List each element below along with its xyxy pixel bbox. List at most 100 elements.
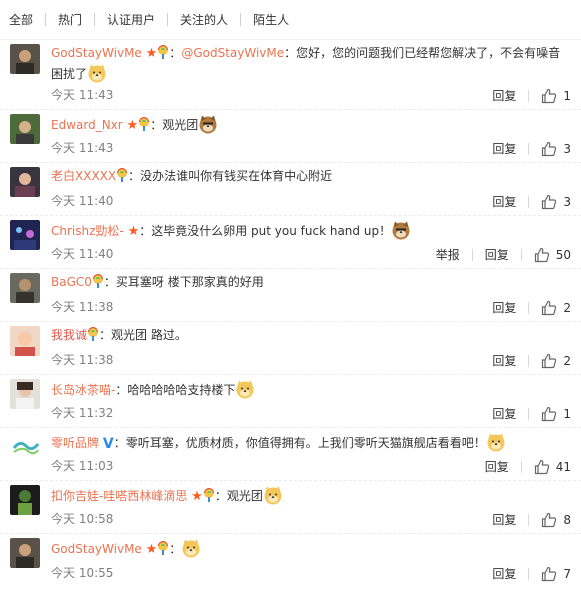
- tab-strangers[interactable]: 陌生人: [247, 11, 295, 28]
- tab-hot[interactable]: 热门: [52, 11, 88, 28]
- avatar[interactable]: [10, 167, 40, 197]
- avatar[interactable]: [10, 485, 40, 515]
- doge-emoji-icon: [263, 485, 283, 505]
- divider: [528, 407, 530, 420]
- avatar[interactable]: [10, 114, 40, 144]
- avatar[interactable]: [10, 273, 40, 303]
- like-count: 1: [563, 406, 571, 421]
- comment-content: ：观光团: [214, 489, 263, 503]
- comment-time: 今天 11:38: [51, 353, 114, 367]
- avatar[interactable]: [10, 44, 40, 74]
- comment-actions: 回复 2: [492, 352, 571, 369]
- reply-button[interactable]: 回复: [492, 299, 516, 316]
- like-button[interactable]: 1: [541, 406, 571, 422]
- tab-all[interactable]: 全部: [9, 11, 39, 28]
- comment-content: ：哈哈哈哈哈支持楼下: [115, 383, 236, 397]
- comment-time: 今天 11:40: [51, 247, 114, 261]
- thumbs-up-icon: [534, 459, 550, 475]
- comment-content: ：没办法谁叫你有钱买在体育中心附近: [128, 169, 333, 183]
- comment-username[interactable]: Edward_Nxr: [51, 118, 123, 132]
- star-icon: ★: [127, 224, 140, 239]
- comment-username[interactable]: BaGC0: [51, 275, 92, 289]
- reply-button[interactable]: 回复: [492, 193, 516, 210]
- comment-username[interactable]: GodStayWivMe: [51, 542, 142, 556]
- like-button[interactable]: 3: [541, 194, 571, 210]
- comment-content: ：观光团: [150, 118, 199, 132]
- comment-item: BaGC0 ：买耳塞呀 楼下那家真的好用 今天 11:38 回复 2: [0, 269, 581, 322]
- like-count: 41: [555, 459, 571, 474]
- comment-actions: 举报 回复 50: [436, 246, 571, 263]
- like-button[interactable]: 7: [541, 566, 571, 582]
- comment-username[interactable]: Chrishz勁松-: [51, 224, 124, 238]
- comment-actions: 回复 7: [492, 565, 571, 582]
- comment-filter-tabs: 全部 热门 认证用户 关注的人 陌生人: [0, 0, 581, 40]
- comment-text-line: Chrishz勁松- ★：这毕竟没什么卵用 put you fuck hand …: [51, 220, 571, 241]
- rainbow-medal-icon: [87, 327, 99, 341]
- thumbs-up-icon: [541, 353, 557, 369]
- like-button[interactable]: 8: [541, 512, 571, 528]
- comment-text-line: 扣你吉娃-哇嗒西林峰滴思 ★ ：观光团: [51, 485, 571, 506]
- doge-emoji-icon: [198, 114, 218, 134]
- report-button[interactable]: 举报: [436, 246, 460, 263]
- reply-button[interactable]: 回复: [485, 246, 509, 263]
- comment-username[interactable]: GodStayWivMe: [51, 46, 142, 60]
- rainbow-medal-icon: [203, 488, 215, 502]
- comment-time: 今天 10:58: [51, 512, 114, 526]
- rainbow-medal-icon: [116, 168, 128, 182]
- reply-button[interactable]: 回复: [492, 565, 516, 582]
- comment-content: ：: [169, 542, 182, 556]
- divider: [528, 195, 530, 208]
- tab-following[interactable]: 关注的人: [174, 11, 234, 28]
- like-button[interactable]: 41: [534, 459, 571, 475]
- thumbs-up-icon: [541, 566, 557, 582]
- divider: [528, 567, 530, 580]
- tab-divider: [167, 13, 169, 26]
- reply-button[interactable]: 回复: [492, 352, 516, 369]
- comment-item: 我我诚 ：观光团 路过。 今天 11:38 回复 2: [0, 322, 581, 375]
- like-count: 8: [563, 512, 571, 527]
- thumbs-up-icon: [541, 406, 557, 422]
- comment-time: 今天 11:03: [51, 459, 114, 473]
- like-button[interactable]: 2: [541, 300, 571, 316]
- reply-button[interactable]: 回复: [492, 405, 516, 422]
- comment-item: Edward_Nxr ★ ：观光团 今天 11:43 回复 3: [0, 110, 581, 163]
- star-icon: ★: [126, 118, 139, 133]
- avatar[interactable]: [10, 326, 40, 356]
- avatar[interactable]: [10, 538, 40, 568]
- thumbs-up-icon: [541, 300, 557, 316]
- divider: [528, 354, 530, 367]
- avatar[interactable]: [10, 379, 40, 409]
- comment-username[interactable]: 长岛冰茶喵-: [51, 383, 115, 397]
- thumbs-up-icon: [534, 247, 550, 263]
- mention-link[interactable]: @GodStayWivMe: [181, 46, 284, 60]
- like-button[interactable]: 1: [541, 88, 571, 104]
- reply-button[interactable]: 回复: [492, 87, 516, 104]
- comment-username[interactable]: 老白XXXXX: [51, 169, 116, 183]
- like-count: 1: [563, 88, 571, 103]
- avatar[interactable]: [10, 432, 40, 462]
- comment-username[interactable]: 我我诚: [51, 328, 87, 342]
- like-button[interactable]: 2: [541, 353, 571, 369]
- like-button[interactable]: 3: [541, 141, 571, 157]
- comment-time: 今天 11:40: [51, 194, 114, 208]
- doge-emoji-icon: [235, 379, 255, 399]
- tab-verified-users[interactable]: 认证用户: [101, 11, 161, 28]
- divider: [528, 89, 530, 102]
- comment-text-line: BaGC0 ：买耳塞呀 楼下那家真的好用: [51, 273, 571, 291]
- comment-text-line: 老白XXXXX ：没办法谁叫你有钱买在体育中心附近: [51, 167, 571, 185]
- reply-button[interactable]: 回复: [492, 140, 516, 157]
- like-count: 3: [563, 141, 571, 156]
- reply-button[interactable]: 回复: [485, 458, 509, 475]
- thumbs-up-icon: [541, 141, 557, 157]
- tab-divider: [94, 13, 96, 26]
- comment-time: 今天 11:32: [51, 406, 114, 420]
- doge-emoji-icon: [181, 538, 201, 558]
- comment-content: ：观光团 路过。: [99, 328, 187, 342]
- avatar[interactable]: [10, 220, 40, 250]
- comment-username[interactable]: 零听品牌: [51, 436, 99, 450]
- comment-actions: 回复 3: [492, 140, 571, 157]
- like-button[interactable]: 50: [534, 247, 571, 263]
- comment-username[interactable]: 扣你吉娃-哇嗒西林峰滴思: [51, 489, 187, 503]
- reply-button[interactable]: 回复: [492, 511, 516, 528]
- comment-time: 今天 11:38: [51, 300, 114, 314]
